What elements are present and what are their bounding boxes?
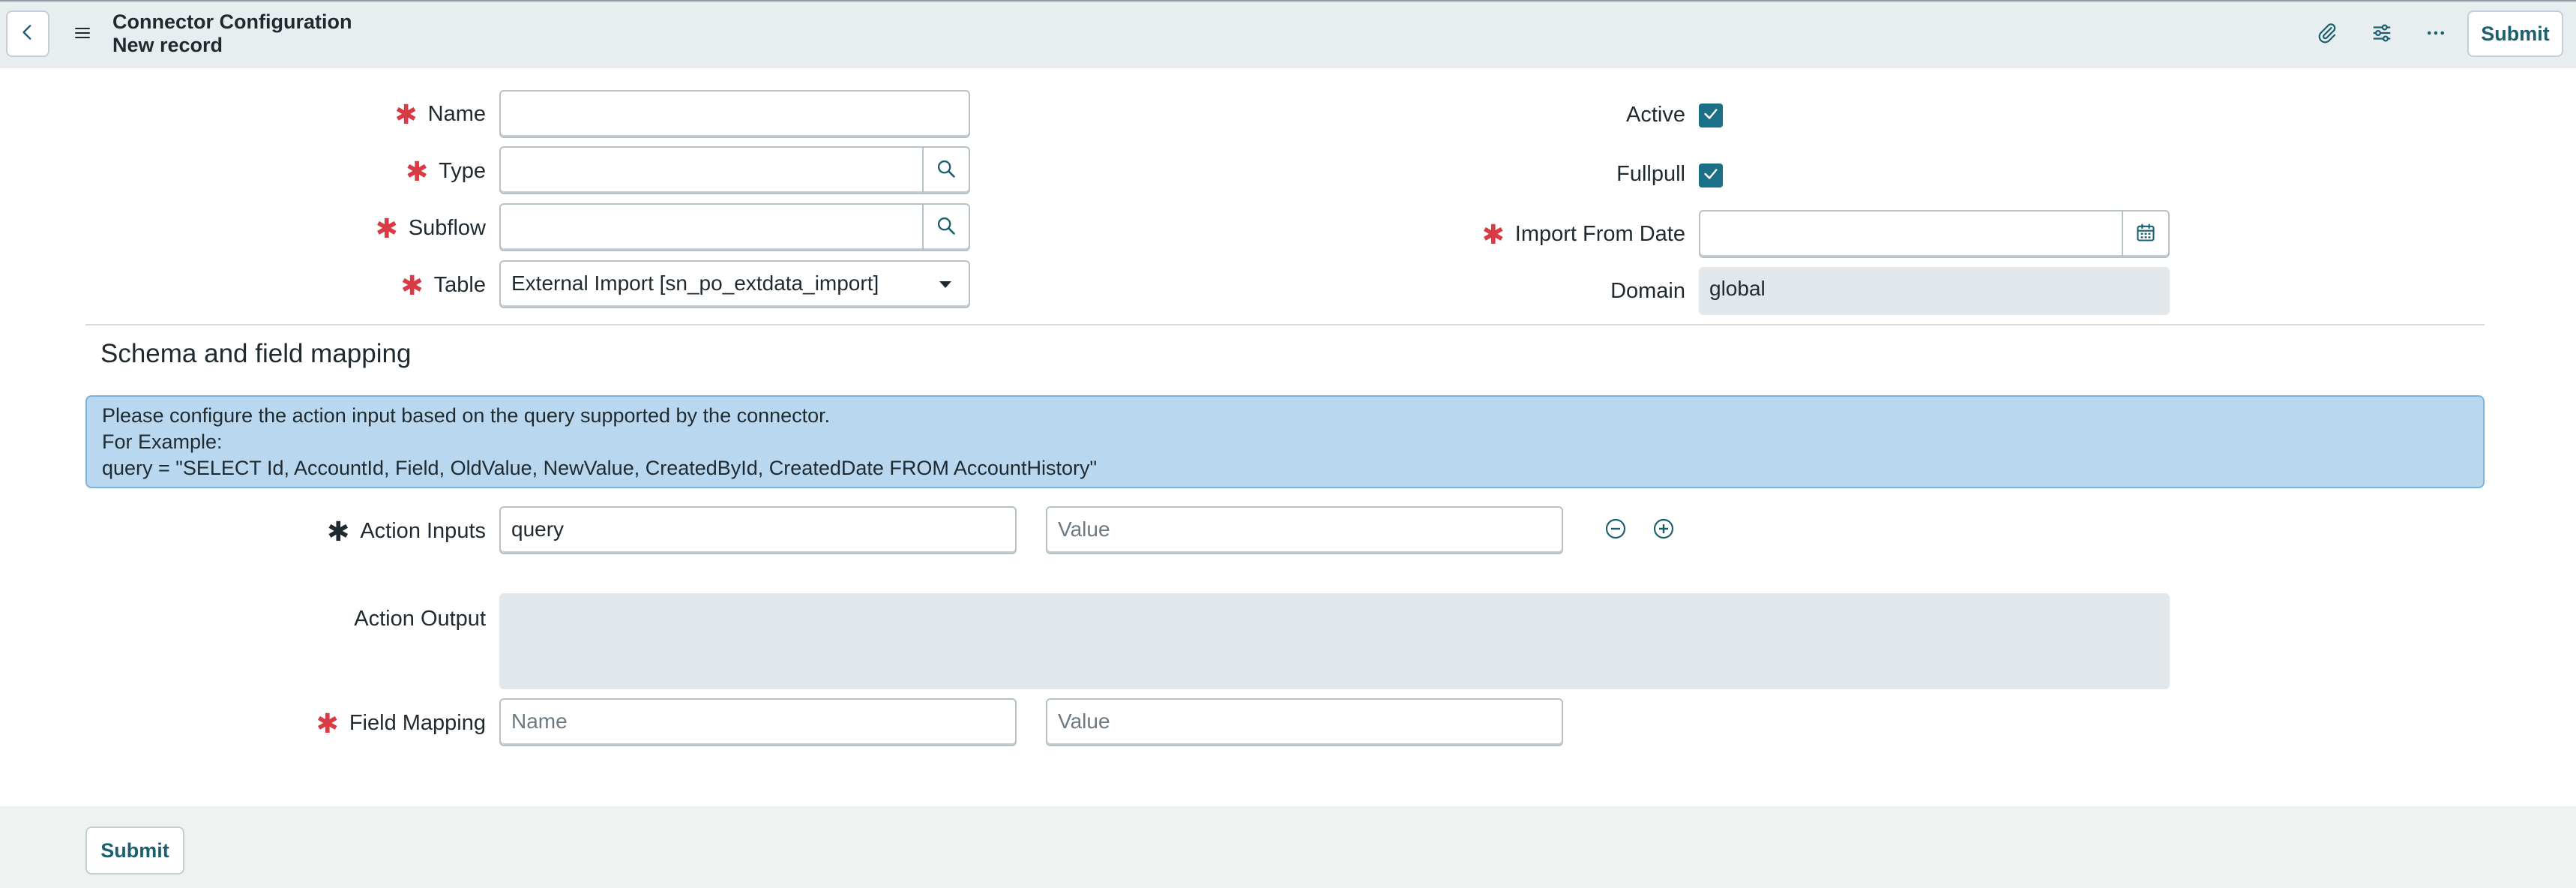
page-subtitle: New record (112, 34, 223, 56)
page-title: Connector Configuration (112, 10, 352, 33)
field-mapping-name-field[interactable]: Name (499, 698, 1017, 746)
import-from-date-label: ✱ Import From Date (1481, 219, 1685, 250)
menu-icon (73, 26, 91, 44)
header-submit-button[interactable]: Submit (2467, 10, 2563, 57)
checkmark-icon (1703, 106, 1719, 126)
subflow-label: ✱ Subflow (375, 213, 486, 244)
section-title: Schema and field mapping (100, 339, 412, 368)
attachment-icon (2316, 22, 2338, 48)
required-icon: ✱ (316, 708, 339, 739)
date-picker-button[interactable] (2122, 212, 2168, 256)
section-divider (85, 324, 2485, 326)
active-label: Active (1626, 103, 1685, 127)
plus-circle-icon (1652, 517, 1676, 544)
action-inputs-label: ✱ Action Inputs (327, 516, 486, 547)
attachment-button[interactable] (2312, 20, 2342, 50)
add-row-button[interactable] (1651, 518, 1676, 543)
type-label: ✱ Type (405, 156, 486, 187)
settings-sliders-icon (2371, 22, 2393, 48)
fullpull-label: Fullpull (1616, 162, 1685, 186)
info-message: Please configure the action input based … (85, 395, 2485, 488)
required-icon: ✱ (400, 270, 424, 301)
active-checkbox[interactable] (1699, 104, 1723, 128)
required-icon: ✱ (394, 99, 418, 130)
checkmark-icon (1703, 166, 1719, 186)
subflow-input[interactable] (499, 203, 970, 251)
table-select[interactable]: External Import [sn_po_extdata_import] (499, 260, 970, 308)
name-label: ✱ Name (394, 99, 486, 130)
footer-submit-button[interactable]: Submit (85, 826, 184, 874)
info-line: For Example: (102, 430, 223, 453)
minus-circle-icon (1604, 517, 1628, 544)
required-icon: ✱ (1481, 219, 1505, 250)
more-icon (2425, 22, 2447, 48)
subflow-lookup-button[interactable] (922, 205, 969, 250)
search-icon (936, 215, 957, 240)
form-header: Connector Configuration New record Submi… (0, 0, 2576, 68)
action-output-label: Action Output (354, 607, 486, 631)
remove-row-button[interactable] (1603, 518, 1628, 543)
search-icon (936, 158, 957, 183)
chevron-down-icon (939, 280, 952, 293)
field-mapping-label: ✱ Field Mapping (316, 708, 486, 739)
import-from-date-input[interactable] (1699, 210, 2170, 258)
type-lookup-button[interactable] (922, 148, 969, 193)
domain-readonly-field: global (1699, 267, 2170, 315)
more-options-button[interactable] (2421, 20, 2451, 50)
domain-label: Domain (1610, 279, 1685, 303)
name-input[interactable] (499, 90, 970, 138)
table-label: ✱ Table (400, 270, 487, 301)
back-button[interactable] (6, 10, 49, 57)
action-input-key-field[interactable]: query (499, 506, 1017, 554)
menu-button[interactable] (69, 21, 96, 48)
info-line: Please configure the action input based … (102, 404, 831, 427)
field-mapping-value-field[interactable]: Value (1046, 698, 1563, 746)
action-output-field (499, 593, 2170, 689)
info-line: query = "SELECT Id, AccountId, Field, Ol… (102, 457, 1098, 479)
form-settings-button[interactable] (2367, 20, 2397, 50)
calendar-icon (2135, 222, 2156, 247)
action-input-value-field[interactable]: Value (1046, 506, 1563, 554)
required-icon: ✱ (327, 516, 350, 547)
type-input[interactable] (499, 146, 970, 194)
required-icon: ✱ (405, 156, 429, 187)
fullpull-checkbox[interactable] (1699, 164, 1723, 188)
required-icon: ✱ (375, 213, 398, 244)
back-icon (18, 22, 37, 46)
form-footer: Submit (0, 806, 2576, 888)
